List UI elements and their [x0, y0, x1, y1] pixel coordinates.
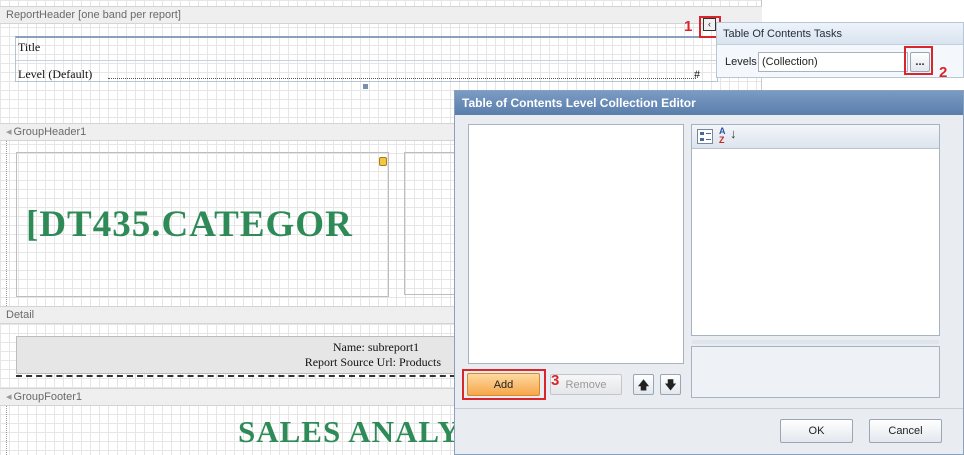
- band-dotted-margin-footer: [6, 406, 7, 455]
- property-grid[interactable]: AZ ↓: [691, 124, 940, 344]
- levels-label: Levels: [725, 56, 757, 68]
- arrow-down-icon[interactable]: 🡇: [660, 374, 681, 395]
- report-header-label: ReportHeader [one band per report]: [6, 9, 181, 21]
- dialog-title-bar[interactable]: Table of Contents Level Collection Edito…: [455, 91, 963, 115]
- band-dotted-margin: [6, 141, 7, 306]
- callout-number-2: 2: [939, 64, 948, 81]
- levels-collection-field[interactable]: (Collection): [758, 52, 908, 72]
- toc-page-number: #: [694, 67, 700, 81]
- callout-box-3: [462, 369, 546, 400]
- toc-title-text: Title: [18, 40, 41, 54]
- band-expander-icon-footer[interactable]: ◂: [6, 391, 12, 403]
- subreport-boundary: [16, 375, 466, 377]
- property-grid-toolbar: AZ ↓: [692, 125, 939, 149]
- toc-title-divider: [16, 60, 717, 61]
- alphabetical-sort-icon[interactable]: AZ ↓: [719, 127, 737, 147]
- callout-number-1: 1: [684, 18, 693, 35]
- remove-button[interactable]: Remove: [550, 374, 622, 395]
- group-header-label: GroupHeader1: [13, 126, 87, 138]
- subreport-name-text: Name: subreport1: [332, 340, 420, 354]
- arrow-up-icon[interactable]: 🡅: [633, 374, 654, 395]
- dialog-footer-divider: [455, 408, 963, 409]
- toc-level-text: Level (Default): [18, 67, 93, 81]
- resize-handle[interactable]: [363, 84, 368, 89]
- band-header-report-header[interactable]: ReportHeader [one band per report]: [0, 6, 762, 24]
- tasks-panel-title: Table Of Contents Tasks: [717, 23, 963, 45]
- group-footer-label: GroupFooter1: [13, 391, 83, 403]
- category-field-cell[interactable]: [DT435.CATEGOR: [16, 152, 389, 297]
- sales-analysis-text: SALES ANALYS: [238, 414, 479, 449]
- subreport-control[interactable]: Name: subreport1 Report Source Url: Prod…: [16, 336, 466, 374]
- table-of-contents-control[interactable]: Title Level (Default) #: [15, 36, 718, 82]
- toc-leader-dots: [108, 78, 696, 79]
- category-field-text: [DT435.CATEGOR: [26, 204, 353, 245]
- band-expander-icon[interactable]: ◂: [6, 126, 12, 138]
- ok-button[interactable]: OK: [780, 419, 853, 443]
- expression-marker-icon: [379, 157, 387, 166]
- property-description-pane: [691, 346, 940, 398]
- callout-number-3: 3: [551, 372, 560, 389]
- cancel-button[interactable]: Cancel: [869, 419, 942, 443]
- members-list[interactable]: [468, 124, 684, 364]
- categorized-icon[interactable]: [697, 129, 713, 144]
- subreport-source-text: Report Source Url: Products: [304, 355, 441, 369]
- callout-box-2: [904, 46, 933, 75]
- collection-editor-dialog: Table of Contents Level Collection Edito…: [454, 90, 964, 455]
- detail-label: Detail: [6, 309, 35, 321]
- property-splitter[interactable]: [692, 340, 939, 344]
